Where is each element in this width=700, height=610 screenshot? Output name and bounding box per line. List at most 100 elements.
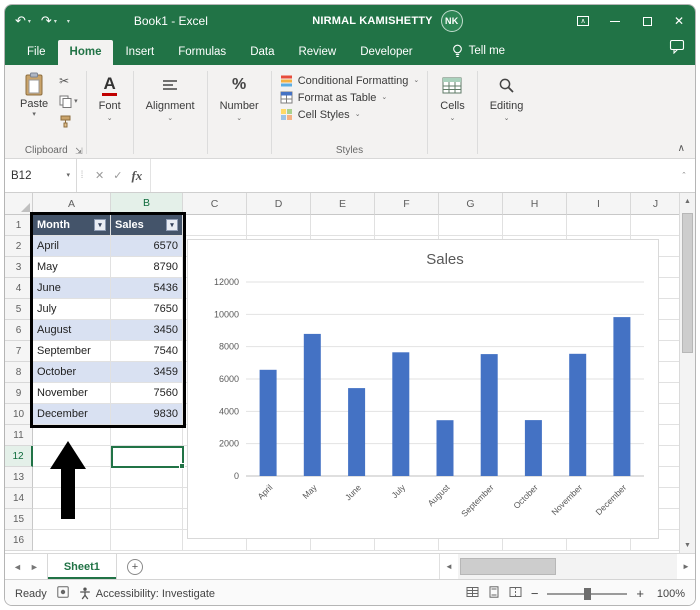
accessibility-status[interactable]: Accessibility: Investigate xyxy=(79,587,215,600)
collapse-ribbon-button[interactable]: ∧ xyxy=(678,143,685,154)
alignment-group-button[interactable]: Alignment ⌄ xyxy=(136,67,205,158)
column-header-j[interactable]: J xyxy=(631,193,681,215)
customize-quick-access-button[interactable]: ▾ xyxy=(67,18,70,25)
avatar[interactable]: NK xyxy=(441,10,463,32)
zoom-slider-thumb[interactable] xyxy=(584,588,591,600)
column-header-f[interactable]: F xyxy=(375,193,439,215)
page-layout-view-button[interactable] xyxy=(488,586,500,601)
row-header-16[interactable]: 16 xyxy=(5,530,33,551)
row-header-4[interactable]: 4 xyxy=(5,278,33,299)
row-header-12[interactable]: 12 xyxy=(5,446,33,467)
row-header-8[interactable]: 8 xyxy=(5,362,33,383)
new-sheet-button[interactable]: + xyxy=(127,559,143,575)
minimize-button[interactable] xyxy=(599,5,631,37)
formula-input[interactable] xyxy=(151,159,673,192)
clipboard-dialog-launcher[interactable]: ⇲ xyxy=(75,146,83,157)
formula-bar-drag-handle[interactable]: ⁞ xyxy=(77,159,87,192)
format-as-table-button[interactable]: Format as Table ⌄ xyxy=(280,91,388,104)
column-header-g[interactable]: G xyxy=(439,193,503,215)
tab-file[interactable]: File xyxy=(15,40,58,65)
feedback-button[interactable] xyxy=(669,39,685,65)
cell-I1[interactable] xyxy=(567,215,631,236)
row-header-2[interactable]: 2 xyxy=(5,236,33,257)
cell-D1[interactable] xyxy=(247,215,311,236)
tab-home[interactable]: Home xyxy=(58,40,114,65)
horizontal-scrollbar[interactable]: ◄ ► xyxy=(439,554,695,579)
cut-button[interactable]: ✂ xyxy=(59,73,78,89)
column-header-i[interactable]: I xyxy=(567,193,631,215)
redo-button[interactable]: ↷▾ xyxy=(41,13,57,29)
cell-J1[interactable] xyxy=(631,215,681,236)
font-group-button[interactable]: A Font ⌄ xyxy=(89,67,131,158)
cells-group-button[interactable]: Cells ⌄ xyxy=(430,67,474,158)
vertical-scroll-thumb[interactable] xyxy=(682,213,693,353)
zoom-in-button[interactable]: + xyxy=(636,586,644,601)
tell-me-button[interactable]: Tell me xyxy=(451,44,505,65)
number-group-button[interactable]: % Number ⌄ xyxy=(210,67,269,158)
row-header-15[interactable]: 15 xyxy=(5,509,33,530)
zoom-slider[interactable] xyxy=(547,593,627,595)
cell-G1[interactable] xyxy=(439,215,503,236)
enter-formula-button[interactable]: ✓ xyxy=(113,169,122,182)
tab-insert[interactable]: Insert xyxy=(113,40,166,65)
row-header-10[interactable]: 10 xyxy=(5,404,33,425)
cell-A16[interactable] xyxy=(33,530,111,551)
tab-developer[interactable]: Developer xyxy=(348,40,424,65)
name-box[interactable]: B12 ▾ xyxy=(5,159,77,192)
column-header-h[interactable]: H xyxy=(503,193,567,215)
row-header-7[interactable]: 7 xyxy=(5,341,33,362)
column-header-d[interactable]: D xyxy=(247,193,311,215)
previous-sheet-button[interactable]: ◄ xyxy=(13,562,22,572)
account-section[interactable]: NIRMAL KAMISHETTY NK xyxy=(312,10,463,32)
row-header-1[interactable]: 1 xyxy=(5,215,33,236)
row-header-3[interactable]: 3 xyxy=(5,257,33,278)
cell-H1[interactable] xyxy=(503,215,567,236)
row-header-9[interactable]: 9 xyxy=(5,383,33,404)
expand-formula-bar-button[interactable]: ˆ xyxy=(673,159,695,192)
cell-C1[interactable] xyxy=(183,215,247,236)
paste-button[interactable]: Paste ▾ xyxy=(15,70,53,129)
sheet-tab-sheet1[interactable]: Sheet1 xyxy=(47,554,117,579)
cell-B15[interactable] xyxy=(111,509,183,530)
row-header-11[interactable]: 11 xyxy=(5,425,33,446)
horizontal-scroll-thumb[interactable] xyxy=(460,558,556,575)
next-sheet-button[interactable]: ► xyxy=(30,562,39,572)
zoom-out-button[interactable]: − xyxy=(531,586,539,601)
vertical-scrollbar[interactable]: ▲ ▼ xyxy=(679,193,695,553)
conditional-formatting-button[interactable]: Conditional Formatting ⌄ xyxy=(280,74,420,87)
row-header-14[interactable]: 14 xyxy=(5,488,33,509)
select-all-corner[interactable] xyxy=(5,193,33,215)
close-button[interactable]: ✕ xyxy=(663,5,695,37)
insert-function-button[interactable]: fx xyxy=(131,168,142,184)
scroll-right-button[interactable]: ► xyxy=(677,554,695,579)
row-header-5[interactable]: 5 xyxy=(5,299,33,320)
scroll-left-button[interactable]: ◄ xyxy=(440,554,458,579)
cell-E1[interactable] xyxy=(311,215,375,236)
row-header-13[interactable]: 13 xyxy=(5,467,33,488)
cell-B16[interactable] xyxy=(111,530,183,551)
column-header-c[interactable]: C xyxy=(183,193,247,215)
scroll-up-button[interactable]: ▲ xyxy=(680,193,695,209)
zoom-level[interactable]: 100% xyxy=(653,588,685,600)
tab-formulas[interactable]: Formulas xyxy=(166,40,238,65)
cell-B14[interactable] xyxy=(111,488,183,509)
cell-B11[interactable] xyxy=(111,425,183,446)
column-header-e[interactable]: E xyxy=(311,193,375,215)
cell-B13[interactable] xyxy=(111,467,183,488)
tab-review[interactable]: Review xyxy=(286,40,348,65)
fill-handle[interactable] xyxy=(179,463,185,469)
editing-group-button[interactable]: Editing ⌄ xyxy=(480,67,534,158)
scroll-down-button[interactable]: ▼ xyxy=(680,537,695,553)
undo-button[interactable]: ↶▾ xyxy=(15,13,31,29)
maximize-button[interactable] xyxy=(631,5,663,37)
tab-data[interactable]: Data xyxy=(238,40,286,65)
macro-record-button[interactable] xyxy=(57,586,69,601)
page-break-preview-button[interactable] xyxy=(509,586,522,601)
cell-F1[interactable] xyxy=(375,215,439,236)
ribbon-display-options-button[interactable]: ∧ xyxy=(567,5,599,37)
cell-styles-button[interactable]: Cell Styles ⌄ xyxy=(280,108,361,121)
row-header-6[interactable]: 6 xyxy=(5,320,33,341)
cancel-formula-button[interactable]: ✕ xyxy=(95,169,104,182)
format-painter-button[interactable] xyxy=(59,113,78,129)
sales-chart[interactable]: 020004000600080001000012000AprilMayJuneJ… xyxy=(187,239,659,539)
